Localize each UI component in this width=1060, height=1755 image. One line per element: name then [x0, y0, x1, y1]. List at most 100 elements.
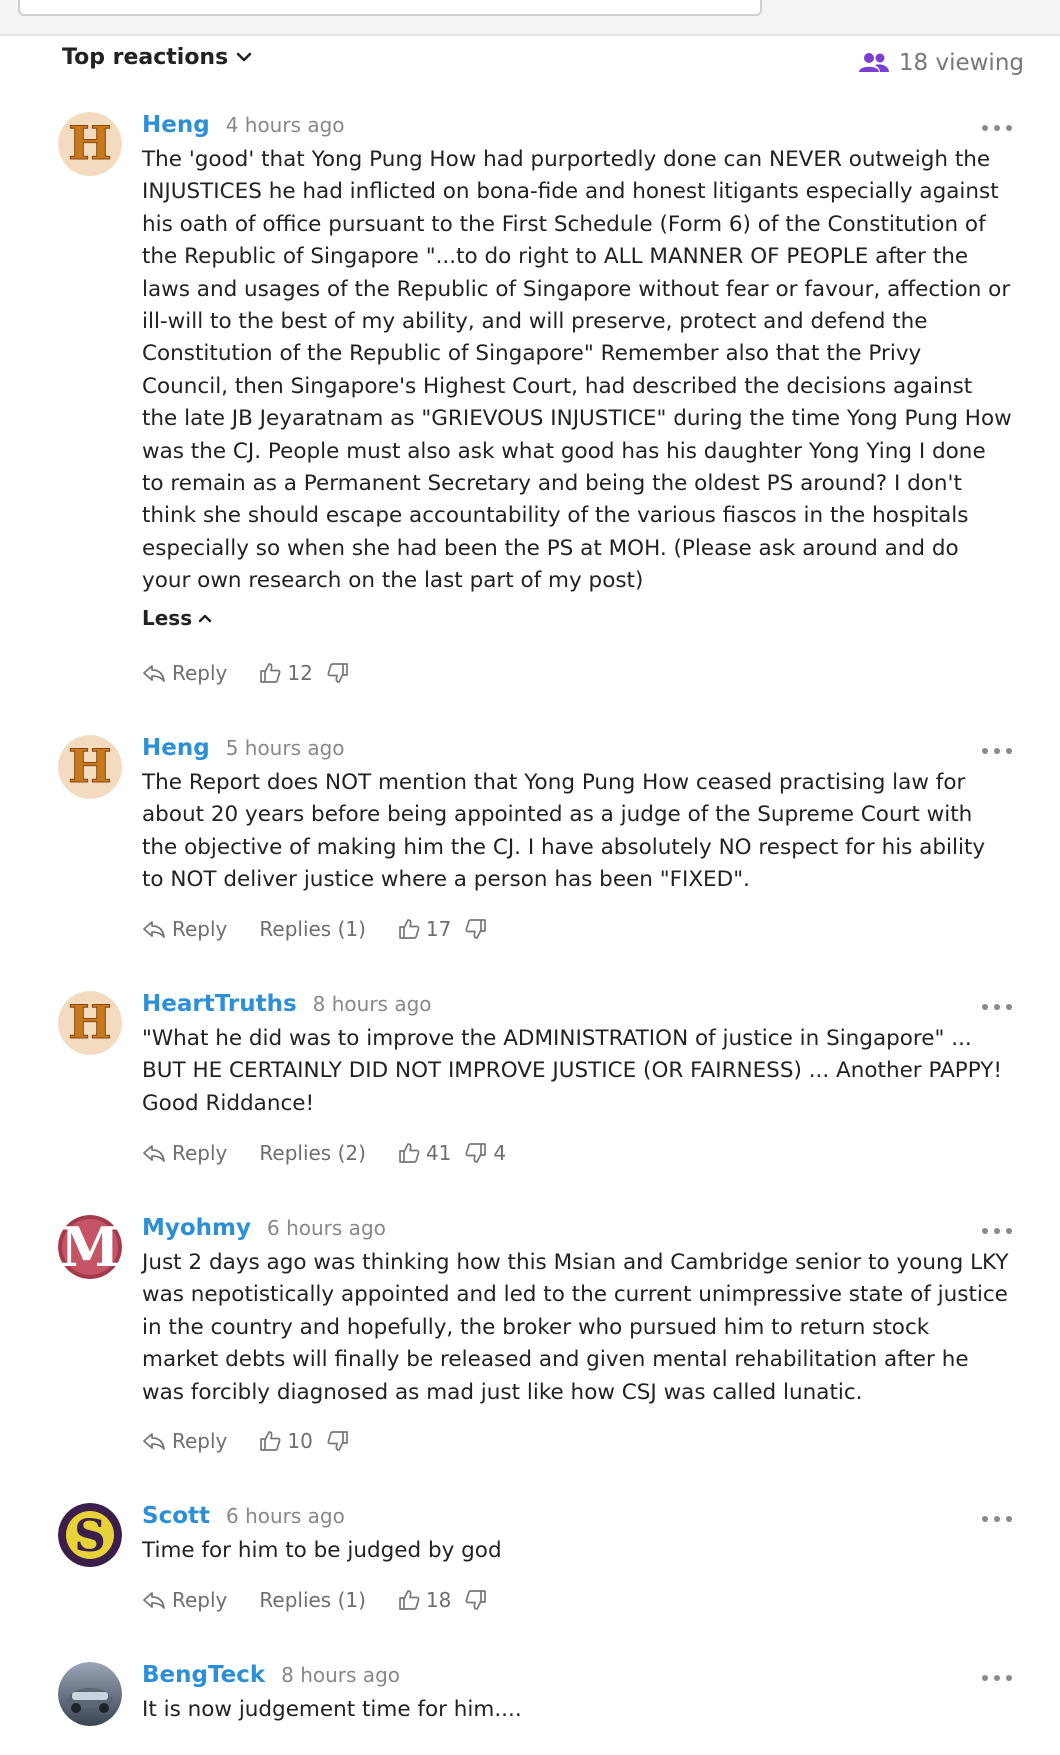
reply-button[interactable]: Reply	[142, 1588, 227, 1612]
comment-item: H Heng 4 hours ago The 'good' that Yong …	[0, 112, 1060, 692]
comment-actions: Reply Replies (1) 17	[142, 914, 525, 944]
sort-label: Top reactions	[62, 44, 229, 70]
comment-body: "What he did was to improve the ADMINIST…	[142, 1026, 1002, 1116]
comment-author[interactable]: BengTeck	[142, 1662, 265, 1688]
comment-author[interactable]: Scott	[142, 1503, 210, 1529]
comment-actions: Reply Replies (1) 18	[142, 1585, 525, 1615]
more-options-icon[interactable]	[982, 1509, 1012, 1529]
like-count: 17	[425, 917, 452, 941]
thumbs-down-icon	[465, 1143, 487, 1163]
like-count: 12	[287, 661, 313, 685]
replies-count-label: Replies (1)	[259, 1588, 366, 1612]
avatar[interactable]: M	[58, 1215, 122, 1279]
viewing-count: 18 viewing	[898, 50, 1024, 76]
reply-button[interactable]: Reply	[142, 917, 227, 941]
thumbs-up-icon	[399, 1143, 420, 1163]
avatar[interactable]: H	[58, 991, 122, 1055]
reply-icon	[143, 1433, 165, 1450]
thumbs-up-icon	[399, 1590, 420, 1610]
thumbs-down-icon	[465, 919, 487, 939]
thumbs-up-icon	[399, 919, 420, 939]
comment-timestamp: 5 hours ago	[225, 736, 345, 760]
like-button[interactable]: 10	[259, 1429, 313, 1453]
less-label: Less	[142, 606, 193, 630]
replies-count-label: Replies (1)	[259, 917, 366, 941]
comment-item: H HeartTruths 8 hours ago "What he did w…	[0, 991, 1060, 1181]
comment-body: Just 2 days ago was thinking how this Ms…	[142, 1250, 1009, 1405]
thumbs-up-icon	[260, 663, 281, 683]
dislike-count: 4	[493, 1141, 507, 1165]
dislike-button[interactable]	[465, 1589, 493, 1611]
avatar-letter: H	[68, 995, 111, 1049]
avatar[interactable]: S	[58, 1503, 122, 1567]
comment-input-box[interactable]	[18, 0, 762, 16]
avatar[interactable]: H	[58, 112, 122, 176]
avatar[interactable]: H	[58, 735, 122, 799]
dislike-button[interactable]: 4	[465, 1141, 506, 1165]
chevron-up-icon	[198, 614, 212, 623]
top-bar	[0, 0, 1060, 36]
comment-item: H Heng 5 hours ago The Report does NOT m…	[0, 735, 1060, 955]
sort-dropdown[interactable]: Top reactions	[62, 42, 252, 72]
chevron-down-icon	[236, 52, 252, 62]
comment-body: The Report does NOT mention that Yong Pu…	[142, 770, 986, 893]
more-options-icon[interactable]	[982, 1221, 1012, 1241]
dislike-button[interactable]	[327, 662, 355, 684]
thumbs-down-icon	[465, 1590, 487, 1610]
avatar[interactable]	[58, 1662, 122, 1726]
comment-actions: Reply 10	[142, 1426, 387, 1456]
comment-item: BengTeck 8 hours ago It is now judgement…	[0, 1662, 1060, 1755]
viewers-indicator: 18 viewing	[858, 48, 1024, 78]
comment-timestamp: 8 hours ago	[281, 1663, 400, 1687]
reply-icon	[143, 1145, 165, 1162]
comment-author[interactable]: Heng	[142, 112, 210, 138]
reply-button[interactable]: Reply	[142, 1141, 227, 1165]
reply-label: Reply	[172, 917, 228, 941]
replies-count-label: Replies (2)	[259, 1141, 366, 1165]
avatar-letter: S	[74, 1511, 106, 1562]
like-count: 10	[287, 1429, 313, 1453]
comment-author[interactable]: HeartTruths	[142, 991, 297, 1017]
more-options-icon[interactable]	[982, 741, 1012, 761]
reply-button[interactable]: Reply	[142, 1429, 227, 1453]
comment-actions: Reply Replies (2) 41 4	[142, 1138, 538, 1168]
comment-timestamp: 8 hours ago	[312, 992, 432, 1016]
comment-body: The 'good' that Yong Pung How had purpor…	[142, 147, 1012, 594]
like-button[interactable]: 18	[398, 1588, 451, 1612]
comment-actions: Reply 12	[142, 658, 387, 688]
more-options-icon[interactable]	[982, 1668, 1012, 1688]
like-button[interactable]: 17	[398, 917, 451, 941]
comment-timestamp: 6 hours ago	[226, 1504, 345, 1528]
like-button[interactable]: 41	[398, 1141, 451, 1165]
reply-label: Reply	[172, 1141, 228, 1165]
avatar-letter: M	[60, 1215, 120, 1279]
more-options-icon[interactable]	[982, 997, 1012, 1017]
reply-label: Reply	[172, 1429, 228, 1453]
replies-toggle[interactable]: Replies (1)	[259, 1588, 366, 1612]
replies-toggle[interactable]: Replies (2)	[259, 1141, 366, 1165]
comment-item: S Scott 6 hours ago Time for him to be j…	[0, 1503, 1060, 1623]
reply-label: Reply	[172, 661, 228, 685]
reply-icon	[143, 1592, 165, 1609]
replies-toggle[interactable]: Replies (1)	[259, 917, 366, 941]
comment-timestamp: 6 hours ago	[267, 1216, 386, 1240]
avatar-letter: H	[68, 116, 111, 170]
thumbs-down-icon	[327, 1431, 348, 1451]
thumbs-up-icon	[260, 1431, 281, 1451]
comment-author[interactable]: Heng	[142, 735, 210, 761]
comment-author[interactable]: Myohmy	[142, 1215, 251, 1241]
like-count: 18	[425, 1588, 452, 1612]
avatar-letter: H	[68, 739, 111, 793]
like-button[interactable]: 12	[259, 661, 313, 685]
like-count: 41	[425, 1141, 452, 1165]
show-less-button[interactable]: Less	[142, 606, 212, 630]
comment-timestamp: 4 hours ago	[225, 113, 345, 137]
reply-label: Reply	[172, 1588, 228, 1612]
more-options-icon[interactable]	[982, 118, 1012, 138]
dislike-button[interactable]	[465, 918, 493, 940]
comment-body: It is now judgement time for him....	[142, 1697, 522, 1722]
reply-icon	[143, 665, 165, 682]
reply-button[interactable]: Reply	[142, 661, 227, 685]
comment-item: M Myohmy 6 hours ago Just 2 days ago was…	[0, 1215, 1060, 1465]
dislike-button[interactable]	[327, 1430, 355, 1452]
